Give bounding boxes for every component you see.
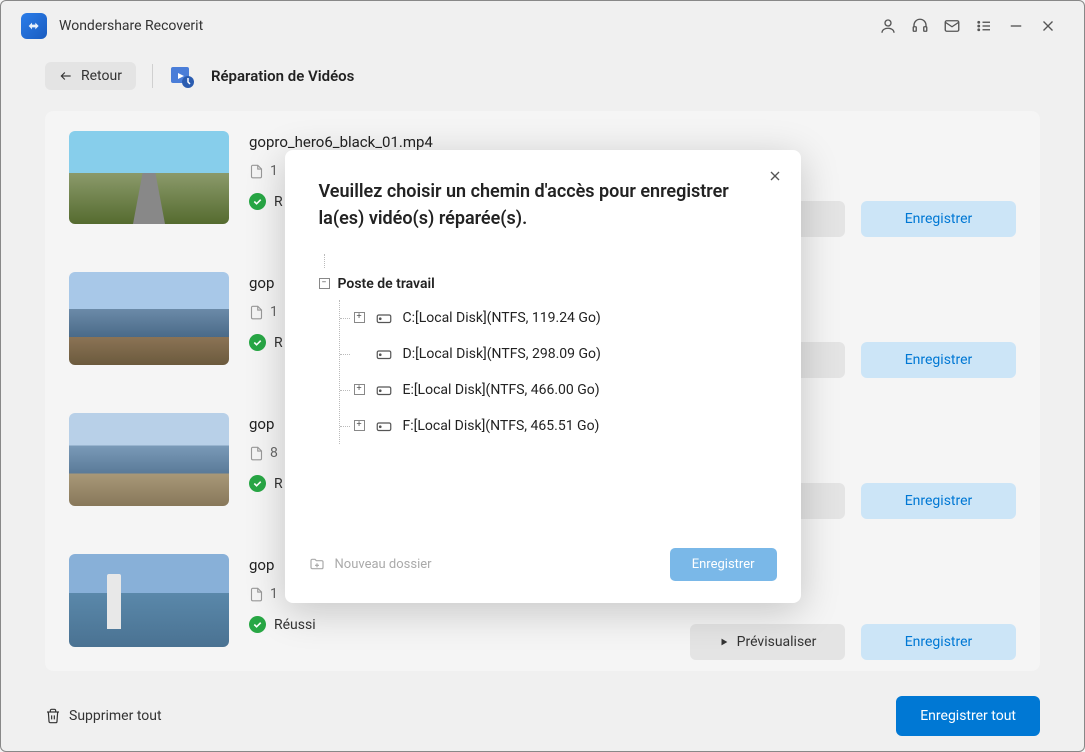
success-icon	[249, 475, 266, 492]
close-icon[interactable]	[1032, 10, 1064, 42]
modal-title: Veuillez choisir un chemin d'accès pour …	[285, 150, 801, 244]
tree-disk-node[interactable]: D:[Local Disk](NTFS, 298.09 Go)	[340, 336, 767, 372]
tree-disk-node[interactable]: + E:[Local Disk](NTFS, 466.00 Go)	[340, 372, 767, 408]
expand-spacer	[354, 348, 365, 359]
success-icon	[249, 193, 266, 210]
save-button[interactable]: Enregistrer	[861, 342, 1016, 378]
save-button[interactable]: Enregistrer	[861, 624, 1016, 660]
preview-button[interactable]: Prévisualiser	[690, 624, 845, 660]
success-icon	[249, 616, 266, 633]
expand-icon[interactable]: +	[354, 420, 365, 431]
video-status: Réussi	[249, 616, 670, 633]
tree-disk-node[interactable]: + F:[Local Disk](NTFS, 465.51 Go)	[340, 408, 767, 444]
modal-body: − Poste de travail + C:[Local Disk](NTFS…	[285, 244, 801, 534]
video-thumbnail[interactable]	[69, 131, 229, 224]
new-folder-label: Nouveau dossier	[335, 557, 432, 572]
success-icon	[249, 334, 266, 351]
minimize-icon[interactable]	[1000, 10, 1032, 42]
save-path-dialog: Veuillez choisir un chemin d'accès pour …	[285, 150, 801, 603]
delete-all-label: Supprimer tout	[69, 708, 162, 724]
disk-icon	[375, 309, 393, 327]
page-title: Réparation de Vidéos	[211, 67, 354, 85]
save-button[interactable]: Enregistrer	[861, 201, 1016, 237]
disk-icon	[375, 417, 393, 435]
divider	[152, 64, 153, 88]
file-icon	[249, 164, 264, 179]
subheader: Retour Réparation de Vidéos	[1, 51, 1084, 101]
file-icon	[249, 446, 264, 461]
app-logo-icon	[21, 13, 47, 39]
folder-tree: − Poste de travail + C:[Local Disk](NTFS…	[319, 254, 767, 444]
modal-footer: Nouveau dossier Enregistrer	[285, 534, 801, 603]
disk-label: E:[Local Disk](NTFS, 466.00 Go)	[403, 382, 600, 398]
video-repair-icon	[169, 63, 195, 89]
disk-icon	[375, 345, 393, 363]
save-all-button[interactable]: Enregistrer tout	[896, 696, 1040, 736]
disk-label: F:[Local Disk](NTFS, 465.51 Go)	[403, 418, 600, 434]
list-icon[interactable]	[968, 10, 1000, 42]
footer: Supprimer tout Enregistrer tout	[1, 681, 1084, 751]
close-icon	[767, 168, 783, 184]
back-label: Retour	[81, 68, 122, 84]
tree-children: + C:[Local Disk](NTFS, 119.24 Go) D:[Loc…	[339, 300, 767, 444]
trash-icon	[45, 708, 61, 724]
video-thumbnail[interactable]	[69, 554, 229, 647]
collapse-icon[interactable]: −	[319, 278, 330, 289]
disk-label: D:[Local Disk](NTFS, 298.09 Go)	[403, 346, 601, 362]
mail-icon[interactable]	[936, 10, 968, 42]
save-button[interactable]: Enregistrer	[861, 483, 1016, 519]
expand-icon[interactable]: +	[354, 312, 365, 323]
tree-disk-node[interactable]: + C:[Local Disk](NTFS, 119.24 Go)	[340, 300, 767, 336]
play-icon	[719, 637, 729, 647]
new-folder-button[interactable]: Nouveau dossier	[309, 556, 432, 572]
expand-icon[interactable]: +	[354, 384, 365, 395]
disk-icon	[375, 381, 393, 399]
new-folder-icon	[309, 556, 325, 572]
app-title: Wondershare Recoverit	[59, 18, 203, 34]
back-button[interactable]: Retour	[45, 62, 136, 90]
titlebar: Wondershare Recoverit	[1, 1, 1084, 51]
tree-root-node[interactable]: Poste de travail	[338, 268, 435, 300]
file-icon	[249, 587, 264, 602]
video-thumbnail[interactable]	[69, 272, 229, 365]
modal-close-button[interactable]	[763, 164, 787, 188]
headset-icon[interactable]	[904, 10, 936, 42]
account-icon[interactable]	[872, 10, 904, 42]
disk-label: C:[Local Disk](NTFS, 119.24 Go)	[403, 310, 601, 326]
video-filename: gopro_hero6_black_01.mp4	[249, 133, 670, 151]
video-thumbnail[interactable]	[69, 413, 229, 506]
modal-save-button[interactable]: Enregistrer	[670, 548, 777, 581]
file-icon	[249, 305, 264, 320]
delete-all-button[interactable]: Supprimer tout	[45, 708, 162, 724]
